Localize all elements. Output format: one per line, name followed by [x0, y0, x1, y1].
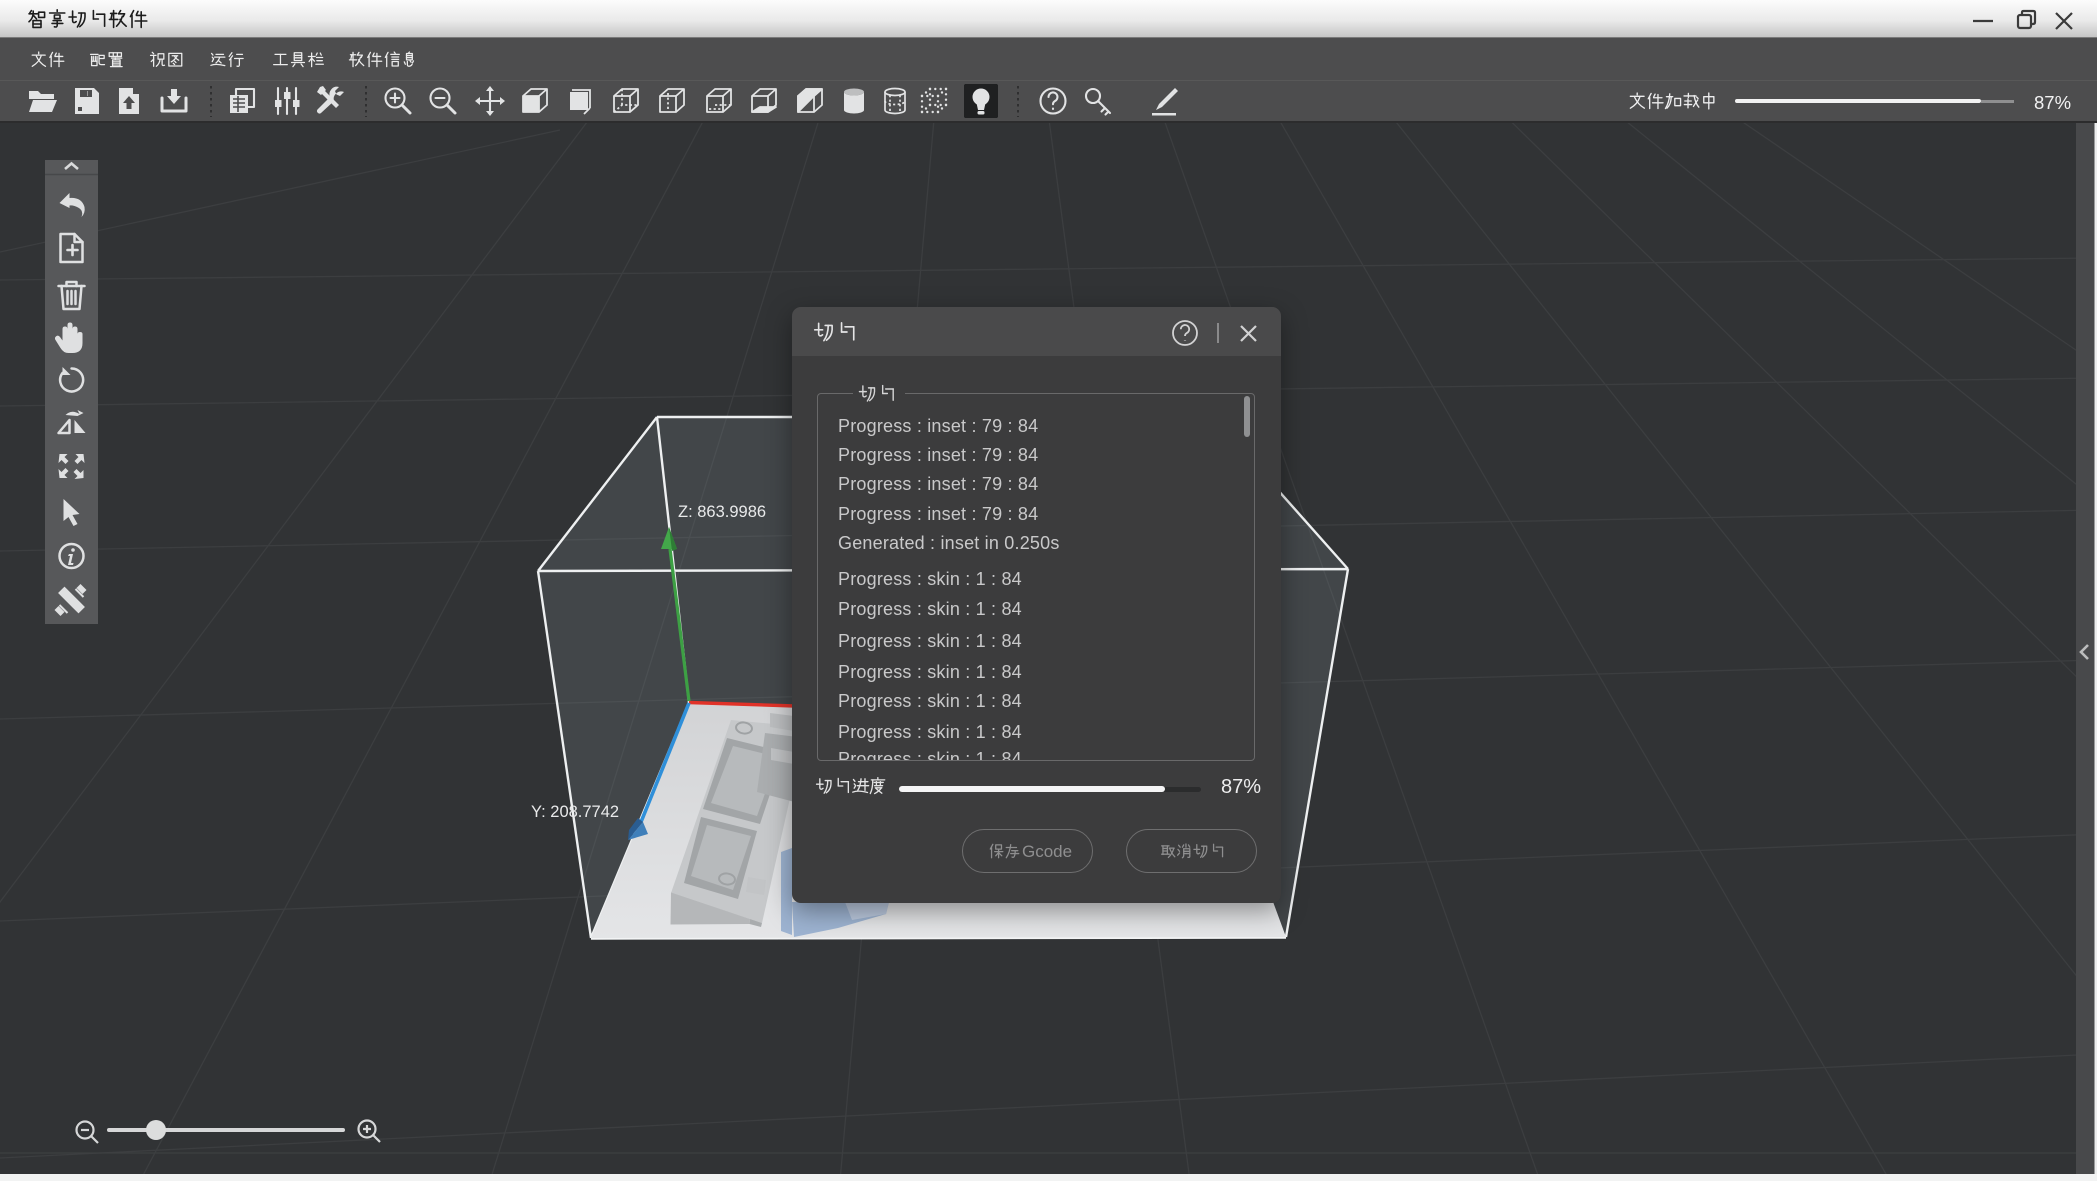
svg-text:Z: 863.9986: Z: 863.9986	[678, 503, 766, 521]
svg-text:Y: 208.7742: Y: 208.7742	[531, 803, 619, 821]
